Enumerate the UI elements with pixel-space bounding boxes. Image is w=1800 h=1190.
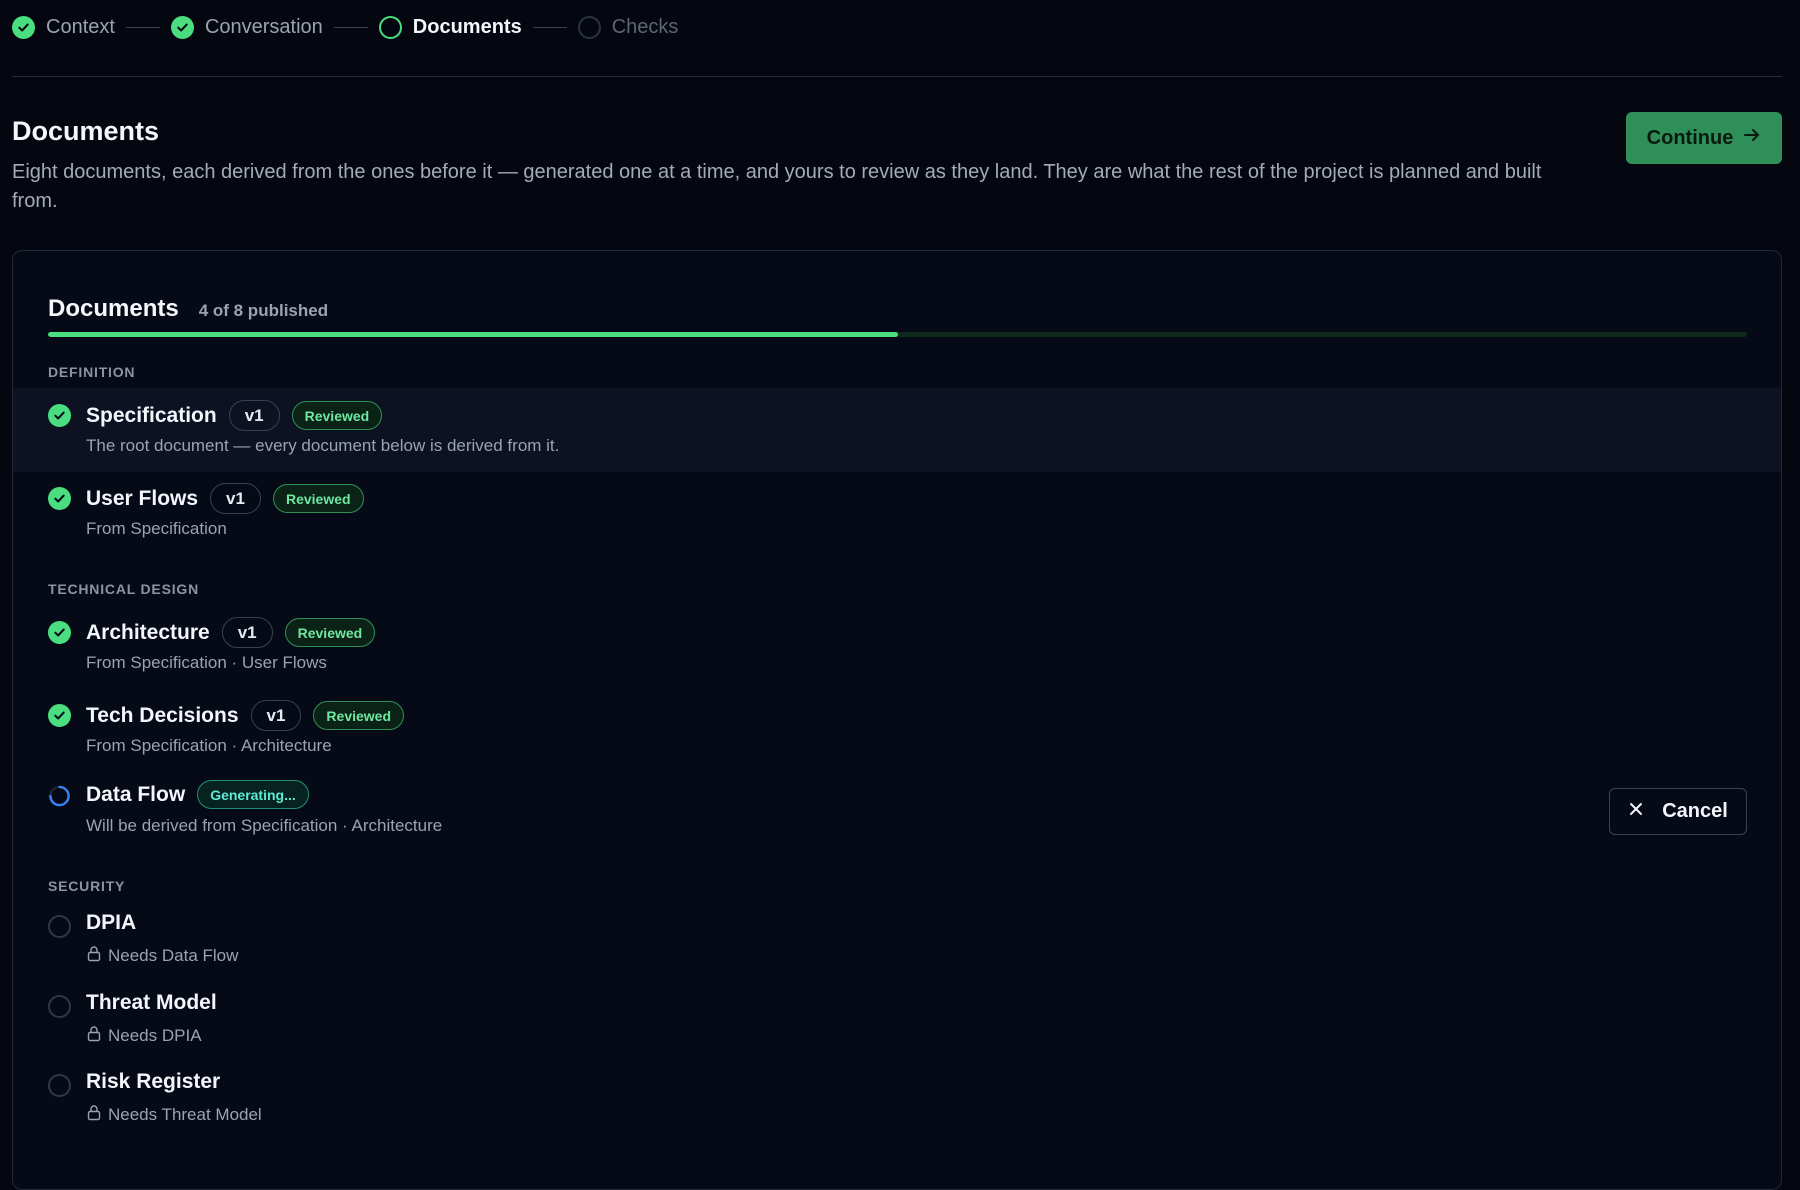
section-definition: DEFINITION [48,364,136,380]
version-badge: v1 [221,617,273,648]
published-count: 4 of 8 published [198,301,329,320]
doc-subtitle: Needs Threat Model [86,1104,262,1126]
doc-subtitle: The root document — every document below… [86,436,560,455]
progress-stepper: Context Conversation Documents Checks [12,14,678,40]
step-connector [125,26,160,28]
doc-row-risk-register[interactable]: Risk Register Needs Threat Model [13,1070,1781,1158]
version-badge: v1 [210,483,261,514]
doc-title: Architecture [86,620,210,644]
doc-title: User Flows [86,486,199,510]
progress-bar [48,332,1747,337]
documents-card: Documents 4 of 8 published DEFINITION Sp… [12,250,1782,1190]
section-technical-design: TECHNICAL DESIGN [48,581,199,597]
doc-subtitle: From Specification · User Flows [86,653,327,672]
card-header: Documents 4 of 8 published [48,295,328,323]
doc-row-specification[interactable]: Specification v1 Reviewed The root docum… [13,388,1781,472]
doc-title: Data Flow [86,782,186,806]
step-connector [333,26,368,28]
lock-icon [86,1104,102,1126]
step-label: Context [46,15,115,38]
cancel-label: Cancel [1662,800,1728,822]
doc-row-architecture[interactable]: Architecture v1 Reviewed From Specificat… [13,605,1781,689]
version-badge: v1 [250,700,302,731]
doc-title: DPIA [86,911,137,934]
empty-circle-icon [48,915,71,938]
status-badge: Reviewed [291,401,383,430]
header-divider [12,76,1782,77]
doc-row-user-flows[interactable]: User Flows v1 Reviewed From Specificatio… [13,471,1781,555]
generating-badge: Generating... [197,780,309,809]
doc-subtitle: Needs Data Flow [86,945,238,967]
spinner-icon [48,784,71,807]
doc-row-dpia[interactable]: DPIA Needs Data Flow [13,911,1781,999]
lock-icon [86,945,102,967]
step-label: Documents [412,15,522,38]
step-checks[interactable]: Checks [577,15,679,39]
doc-subtitle: Will be derived from Specification · Arc… [86,816,443,835]
doc-row-data-flow[interactable]: Data Flow Generating... Will be derived … [13,780,1781,872]
page-title: Documents [12,116,160,146]
doc-title: Risk Register [86,1070,221,1093]
check-circle-icon [48,487,71,510]
step-connector [532,26,567,28]
version-badge: v1 [228,400,280,431]
step-label: Checks [611,15,679,38]
doc-subtitle: Needs DPIA [86,1025,202,1047]
status-badge: Reviewed [284,618,376,647]
empty-circle-icon [48,1074,71,1097]
active-circle-icon [378,15,402,39]
empty-circle-icon [577,15,601,39]
step-label: Conversation [204,15,323,38]
check-circle-icon [48,621,71,644]
continue-label: Continue [1646,126,1734,149]
status-badge: Reviewed [272,484,364,513]
close-icon [1628,800,1644,823]
dependency-text: Needs Threat Model [108,1105,262,1124]
section-security: SECURITY [48,878,126,894]
doc-subtitle: From Specification · Architecture [86,736,332,755]
check-circle-icon [48,704,71,727]
empty-circle-icon [48,995,71,1018]
doc-subtitle: From Specification [86,519,227,538]
progress-fill [48,332,898,337]
step-context[interactable]: Context [12,15,115,39]
cancel-button[interactable]: Cancel [1609,788,1747,835]
doc-row-tech-decisions[interactable]: Tech Decisions v1 Reviewed From Specific… [13,688,1781,772]
card-title: Documents [48,295,179,322]
doc-row-threat-model[interactable]: Threat Model Needs DPIA [13,991,1781,1079]
dependency-text: Needs Data Flow [108,946,239,965]
step-conversation[interactable]: Conversation [170,15,323,39]
lock-icon [86,1025,102,1047]
check-circle-icon [48,404,71,427]
status-badge: Reviewed [313,701,405,730]
doc-title: Tech Decisions [86,703,239,727]
doc-title: Specification [86,403,217,427]
check-circle-icon [170,15,194,39]
dependency-text: Needs DPIA [108,1026,202,1045]
step-documents[interactable]: Documents [378,15,522,39]
continue-button[interactable]: Continue [1626,112,1782,164]
page-description: Eight documents, each derived from the o… [12,161,1542,212]
doc-title: Threat Model [86,991,217,1014]
arrow-right-icon [1743,126,1761,150]
check-circle-icon [12,15,35,39]
